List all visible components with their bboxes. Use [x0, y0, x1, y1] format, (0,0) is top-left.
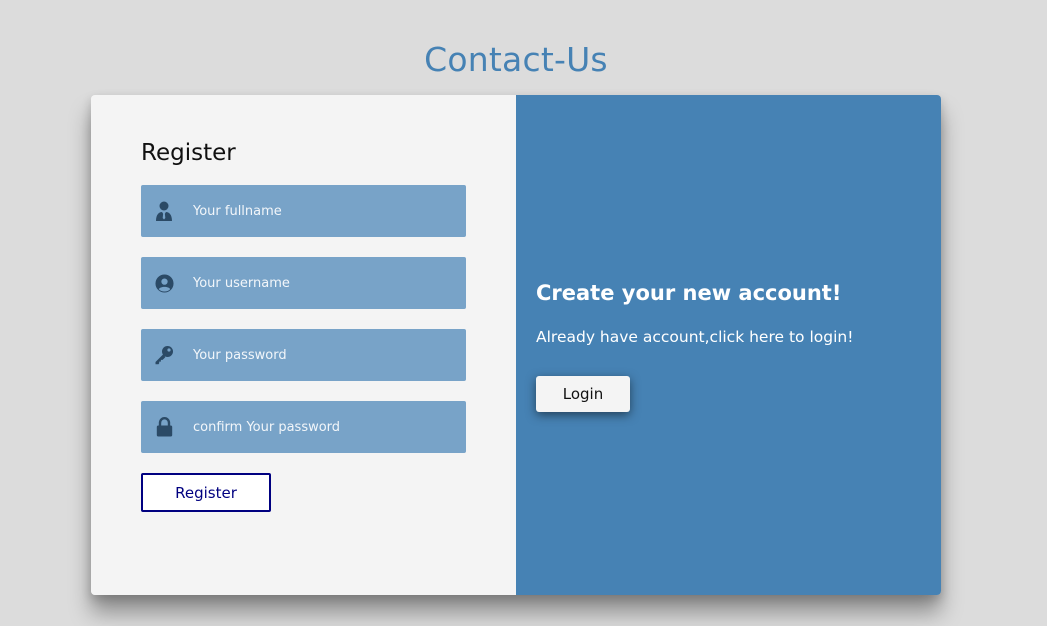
- key-icon: [141, 329, 187, 381]
- fullname-field: [141, 185, 466, 237]
- lock-icon: [141, 401, 187, 453]
- page-title: Contact-Us: [424, 40, 608, 80]
- register-panel: Register Your fullname Your username Reg…: [91, 95, 516, 595]
- confirm-password-input[interactable]: [187, 401, 453, 453]
- login-button[interactable]: Login: [536, 376, 630, 412]
- user-tie-icon: [141, 185, 187, 237]
- register-card: Register Your fullname Your username Reg…: [91, 95, 941, 595]
- user-circle-icon: [141, 257, 187, 309]
- login-prompt-text: Already have account,click here to login…: [536, 328, 854, 346]
- password-field: [141, 329, 466, 381]
- password-input[interactable]: [187, 329, 453, 381]
- register-heading: Register: [141, 140, 236, 166]
- username-input[interactable]: [187, 257, 453, 309]
- confirm-password-field: [141, 401, 466, 453]
- fullname-input[interactable]: [187, 185, 453, 237]
- create-account-heading: Create your new account!: [536, 281, 842, 305]
- login-panel: Create your new account! Already have ac…: [516, 95, 941, 595]
- register-button[interactable]: Register: [141, 473, 271, 512]
- username-field: [141, 257, 466, 309]
